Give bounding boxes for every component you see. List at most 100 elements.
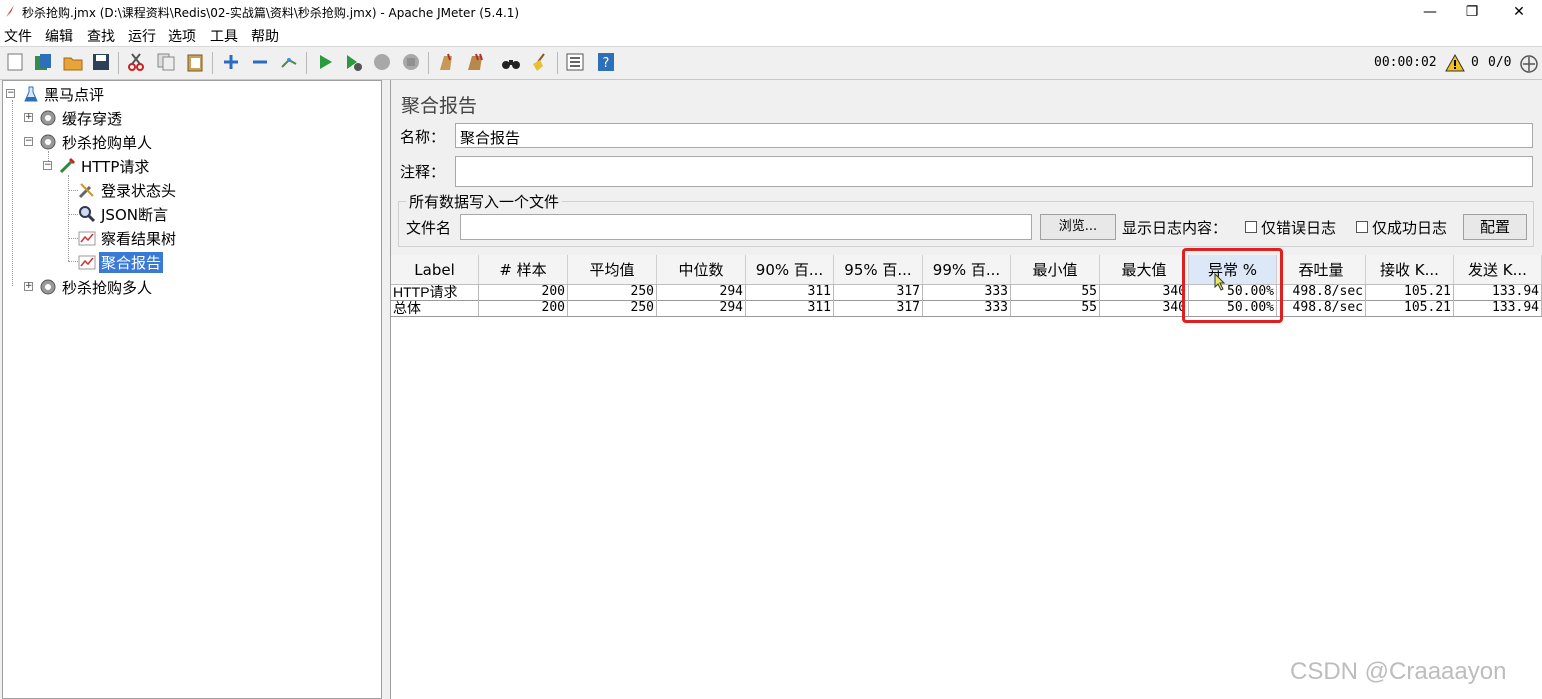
remote-status-icon[interactable] (1519, 54, 1539, 74)
table-cell: HTTP请求 (391, 284, 479, 300)
start-icon[interactable] (315, 52, 335, 72)
tree-node-seckill-single[interactable]: − 秒杀抢购单人 (24, 131, 224, 153)
tree-guide-line (68, 190, 78, 191)
column-header-average[interactable]: 平均值 (568, 255, 657, 285)
toggle-icon[interactable] (279, 52, 299, 72)
table-cell: 498.8/sec (1277, 300, 1366, 316)
column-header-min[interactable]: 最小值 (1011, 255, 1100, 285)
column-header-median[interactable]: 中位数 (657, 255, 746, 285)
templates-icon[interactable] (33, 52, 53, 72)
expand-all-icon[interactable] (221, 52, 241, 72)
active-threads: 0/0 (1488, 55, 1512, 70)
menu-tools[interactable]: 工具 (210, 26, 238, 46)
column-header-99-percentile[interactable]: 99% 百... (923, 255, 1011, 285)
menu-options[interactable]: 选项 (168, 26, 196, 46)
column-header-90-percentile[interactable]: 90% 百... (746, 255, 834, 285)
function-helper-list-icon[interactable] (565, 52, 585, 72)
pane-splitter[interactable] (384, 80, 389, 699)
table-cell: 200 (479, 300, 568, 316)
collapse-all-icon[interactable] (250, 52, 270, 72)
elapsed-time: 00:00:02 (1374, 55, 1437, 70)
tree-label: 缓存穿透 (62, 110, 123, 128)
cut-icon[interactable] (126, 52, 146, 72)
tree-guide-line (68, 261, 78, 262)
table-cell: 340 (1100, 284, 1189, 300)
thread-group-gear-icon (40, 134, 56, 150)
table-cell: 200 (479, 284, 568, 300)
comment-field[interactable] (455, 156, 1533, 187)
start-no-pauses-icon[interactable] (343, 52, 363, 72)
tree-root-node[interactable]: − 黑马点评 (6, 83, 206, 105)
tree-label: 黑马点评 (44, 86, 105, 104)
column-header-throughput[interactable]: 吞吐量 (1277, 255, 1366, 285)
shutdown-icon[interactable] (401, 52, 421, 72)
clear-all-icon[interactable] (465, 52, 485, 72)
menu-file[interactable]: 文件 (4, 26, 32, 46)
reset-search-broom-icon[interactable] (530, 52, 550, 72)
column-header-95-percentile[interactable]: 95% 百... (834, 255, 923, 285)
tree-node-json-assertion[interactable]: JSON断言 (78, 203, 278, 225)
tree-guide-line (68, 175, 69, 261)
open-icon[interactable] (63, 52, 83, 72)
tree-node-seckill-multi[interactable]: + 秒杀抢购多人 (24, 276, 224, 298)
tree-label: 察看结果树 (101, 230, 177, 248)
paste-icon[interactable] (185, 52, 205, 72)
table-cell: 340 (1100, 300, 1189, 316)
toolbar-separator (306, 52, 307, 74)
toolbar-separator (212, 52, 213, 74)
table-cell: 55 (1011, 300, 1100, 316)
copy-icon[interactable] (156, 52, 176, 72)
table-cell: 294 (657, 284, 746, 300)
minimize-button[interactable]: — (1415, 2, 1445, 22)
menu-run[interactable]: 运行 (128, 26, 156, 46)
close-button[interactable]: ✕ (1504, 2, 1534, 22)
tree-node-aggregate-report[interactable]: 聚合报告 (78, 251, 278, 273)
config-button[interactable]: 配置 (1463, 214, 1527, 240)
filename-field[interactable] (460, 214, 1032, 240)
collapse-toggle-icon[interactable]: − (6, 89, 15, 98)
column-header-max[interactable]: 最大值 (1100, 255, 1189, 285)
menu-help[interactable]: 帮助 (251, 26, 279, 46)
tree-label: 秒杀抢购多人 (62, 279, 153, 297)
warning-count: 0 (1471, 55, 1479, 70)
column-header-received-kb[interactable]: 接收 K... (1366, 255, 1454, 285)
http-sampler-pipette-icon (59, 157, 76, 174)
error-percent-highlight-box (1182, 248, 1283, 323)
clear-icon[interactable] (436, 52, 456, 72)
tree-node-login-header[interactable]: 登录状态头 (78, 179, 278, 201)
expand-toggle-icon[interactable]: + (24, 113, 33, 122)
tree-node-view-results-tree[interactable]: 察看结果树 (78, 227, 278, 249)
tree-guide-line (12, 100, 13, 286)
errors-only-checkbox[interactable] (1245, 221, 1257, 233)
tree-node-cache-penetration[interactable]: + 缓存穿透 (24, 107, 224, 129)
table-cell: 317 (834, 284, 923, 300)
column-header-sent-kb[interactable]: 发送 K... (1454, 255, 1542, 285)
table-cell: 311 (746, 284, 834, 300)
expand-toggle-icon[interactable]: + (24, 282, 33, 291)
collapse-toggle-icon[interactable]: − (24, 137, 33, 146)
search-binoculars-icon[interactable] (501, 52, 521, 72)
tree-label: 登录状态头 (101, 182, 177, 200)
save-icon[interactable] (91, 52, 111, 72)
maximize-button[interactable]: ❐ (1457, 2, 1487, 22)
menu-search[interactable]: 查找 (87, 26, 115, 46)
stop-icon[interactable] (372, 52, 392, 72)
success-only-checkbox[interactable] (1356, 221, 1368, 233)
menu-edit[interactable]: 编辑 (45, 26, 73, 46)
collapse-toggle-icon[interactable]: − (43, 161, 52, 170)
browse-button[interactable]: 浏览... (1040, 214, 1116, 240)
help-icon[interactable]: ? (596, 52, 616, 72)
name-field[interactable]: 聚合报告 (455, 123, 1533, 148)
column-header-label[interactable]: Label (391, 255, 479, 285)
aggregate-results-table: Label # 样本 平均值 中位数 90% 百... 95% 百... 99%… (391, 255, 1542, 699)
errors-only-label: 仅错误日志 (1261, 219, 1337, 237)
warning-icon[interactable] (1445, 54, 1465, 72)
table-cell: 311 (746, 300, 834, 316)
test-plan-flask-icon (24, 86, 38, 102)
table-cell: 133.94 (1454, 284, 1542, 300)
column-header-samples[interactable]: # 样本 (479, 255, 568, 285)
tree-node-http-request[interactable]: − HTTP请求 (43, 155, 243, 177)
table-cell: 105.21 (1366, 284, 1454, 300)
row-divider (391, 316, 1542, 317)
new-icon[interactable] (5, 52, 25, 72)
